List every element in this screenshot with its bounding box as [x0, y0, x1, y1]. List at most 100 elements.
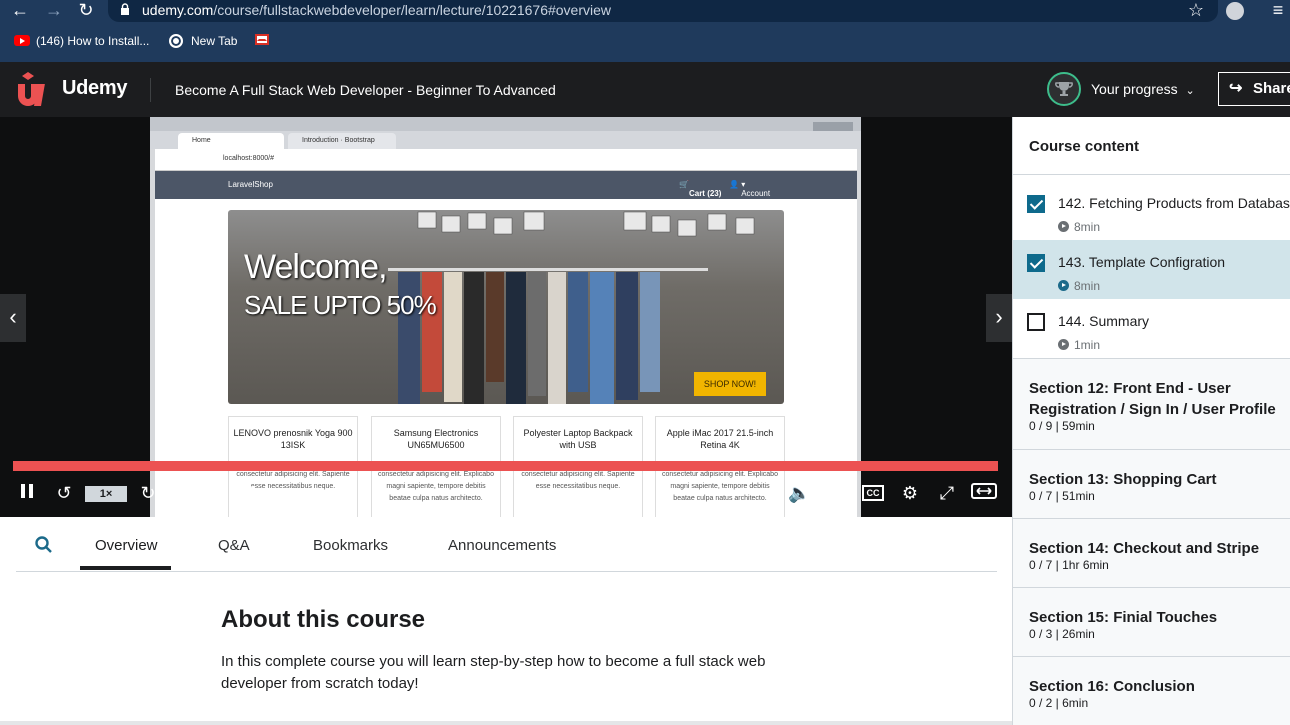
rewind-icon: ↺ [56, 483, 72, 503]
lecture-checkbox[interactable] [1027, 195, 1045, 213]
next-lecture-button[interactable]: › [986, 294, 1012, 342]
globe-icon [169, 34, 183, 48]
video-cart: 🛒 Cart (23) [679, 180, 722, 198]
course-title[interactable]: Become A Full Stack Web Developer - Begi… [175, 82, 556, 98]
search-icon[interactable] [34, 535, 54, 555]
udemy-logo-text[interactable]: Udemy [62, 77, 128, 100]
transcript-button[interactable]: ▤ [826, 481, 846, 505]
bookmark-plus-icon: ✚ [245, 483, 261, 503]
address-bar[interactable]: udemy.com/course/fullstackwebdeveloper/l… [108, 0, 1218, 22]
page-bottom-divider [0, 721, 1012, 725]
video-product-title: Samsung Electronics UN65MU6500 [393, 428, 479, 450]
rewind-button[interactable]: ↺ [52, 481, 76, 505]
video-product-desc: consectetur adipisicing elit. Explicabo … [662, 471, 778, 502]
play-circle-icon [1058, 221, 1069, 232]
add-bookmark-button[interactable]: ✚ [241, 481, 265, 505]
about-text: In this complete course you will learn s… [221, 653, 766, 692]
video-tab-bootstrap: Introduction · Bootstrap [288, 133, 396, 149]
section-item[interactable]: Section 14: Checkout and Stripe 0 / 7 | … [1013, 518, 1290, 587]
video-tab-home: Home [178, 133, 284, 149]
volume-button[interactable]: 🔈 [788, 481, 810, 505]
section-item[interactable]: Section 16: Conclusion 0 / 2 | 6min [1013, 656, 1290, 725]
tab-qa[interactable]: Q&A [218, 537, 250, 554]
reload-icon[interactable]: ↻ [74, 0, 98, 22]
video-site-nav: LaravelShop 🛒 Cart (23) 👤 Account ▾ [155, 171, 857, 199]
gear-icon: ⚙ [901, 483, 919, 503]
menu-icon[interactable]: ≡ [1266, 0, 1290, 22]
video-product-title: Polyester Laptop Backpack with USB [523, 428, 633, 450]
youtube-icon [14, 35, 30, 46]
tab-bookmarks[interactable]: Bookmarks [313, 537, 388, 554]
share-button[interactable]: ↪ Share [1218, 72, 1290, 106]
udemy-logo-icon[interactable] [14, 72, 58, 108]
browser-address-row: ← → ↻ udemy.com/course/fullstackwebdevel… [0, 0, 1290, 24]
lecture-item[interactable]: 142. Fetching Products from Database 8mi… [1013, 181, 1290, 240]
share-icon: ↪ [1229, 80, 1243, 97]
course-content-sidebar: Course content 142. Fetching Products fr… [1012, 117, 1290, 725]
section-meta: 0 / 7 | 51min [1029, 489, 1095, 503]
cc-icon: CC [866, 488, 880, 498]
section-title: Section 14: Checkout and Stripe [1029, 540, 1260, 557]
lecture-title: 144. Summary [1058, 313, 1150, 329]
lecture-duration: 1min [1058, 338, 1100, 352]
video-address-bar: localhost:8000/# [155, 149, 857, 171]
video-browser-tabs: Home Introduction · Bootstrap [150, 131, 861, 149]
lecture-checkbox[interactable] [1027, 313, 1045, 331]
video-product-desc: consectetur adipisicing elit. Sapiente e… [521, 471, 635, 490]
play-circle-icon [1058, 339, 1069, 350]
fullscreen-button[interactable]: ⤢ [934, 481, 960, 505]
section-meta: 0 / 9 | 59min [1029, 419, 1095, 433]
gmail-icon [255, 34, 269, 45]
transcript-icon: ▤ [827, 483, 845, 503]
play-circle-icon [1058, 280, 1069, 291]
video-product-title: LENOVO prenosnik Yoga 900 13ISK [233, 428, 353, 450]
chevron-left-icon: ‹ [9, 304, 17, 329]
lecture-item[interactable]: 144. Summary 1min [1013, 299, 1290, 358]
extension-icon[interactable] [1226, 2, 1244, 20]
section-item[interactable]: Section 13: Shopping Cart 0 / 7 | 51min [1013, 449, 1290, 518]
sidebar-header: Course content [1013, 117, 1290, 175]
lecture-title: 142. Fetching Products from Database [1058, 195, 1290, 211]
sidebar-title: Course content [1029, 138, 1140, 155]
video-account: 👤 Account ▾ [729, 180, 771, 198]
section-meta: 0 / 3 | 26min [1029, 627, 1095, 641]
bookmark-gmail[interactable] [255, 34, 269, 50]
bookmark-youtube[interactable]: (146) How to Install... [14, 34, 149, 50]
video-progress-fill [13, 461, 998, 471]
lecture-item-active[interactable]: 143. Template Configration 8min [1013, 240, 1290, 299]
video-product-desc: consectetur adipisicing elit. Explicabo … [378, 471, 494, 502]
back-arrow-icon[interactable]: ← [8, 0, 32, 22]
chevron-right-icon: › [995, 304, 1003, 329]
bookmark-new-tab[interactable]: New Tab [169, 34, 237, 50]
video-hero-title: Welcome, [244, 248, 388, 286]
section-title: Section 12: Front End - User Registratio… [1029, 380, 1276, 418]
forward-arrow-icon[interactable]: → [42, 0, 66, 22]
video-url: localhost:8000/# [223, 155, 274, 162]
video-player[interactable]: Home Introduction · Bootstrap localhost:… [0, 117, 1012, 517]
your-progress-button[interactable]: Your progress ⌄ [1091, 81, 1195, 97]
video-hero-subtitle: SALE UPTO 50% [244, 290, 437, 320]
section-item[interactable]: Section 12: Front End - User Registratio… [1013, 358, 1290, 449]
pause-button[interactable] [17, 481, 37, 505]
section-item[interactable]: Section 15: Finial Touches 0 / 3 | 26min [1013, 587, 1290, 656]
tab-announcements[interactable]: Announcements [448, 537, 556, 554]
lock-icon [120, 3, 129, 15]
clothes-rack-illustration [388, 268, 708, 404]
tab-overview[interactable]: Overview [95, 537, 158, 554]
bookmark-star-icon[interactable]: ☆ [1184, 0, 1208, 22]
settings-button[interactable]: ⚙ [898, 481, 922, 505]
theater-mode-button[interactable] [970, 481, 998, 505]
previous-lecture-button[interactable]: ‹ [0, 294, 26, 342]
progress-ring[interactable] [1047, 72, 1081, 106]
section-title: Section 13: Shopping Cart [1029, 471, 1217, 488]
forward-icon: ↻ [140, 483, 156, 503]
video-progress-bar[interactable] [13, 461, 998, 471]
playback-speed-button[interactable]: 1× [85, 486, 127, 502]
chevron-down-icon: ⌄ [1185, 85, 1195, 97]
forward-button[interactable]: ↻ [136, 481, 160, 505]
lecture-checkbox[interactable] [1027, 254, 1045, 272]
course-tabs: Overview Q&A Bookmarks Announcements [16, 517, 997, 572]
trophy-icon [1055, 82, 1073, 96]
video-time: 8:05 / 8:07 [168, 486, 227, 500]
captions-button[interactable]: CC [862, 485, 884, 501]
